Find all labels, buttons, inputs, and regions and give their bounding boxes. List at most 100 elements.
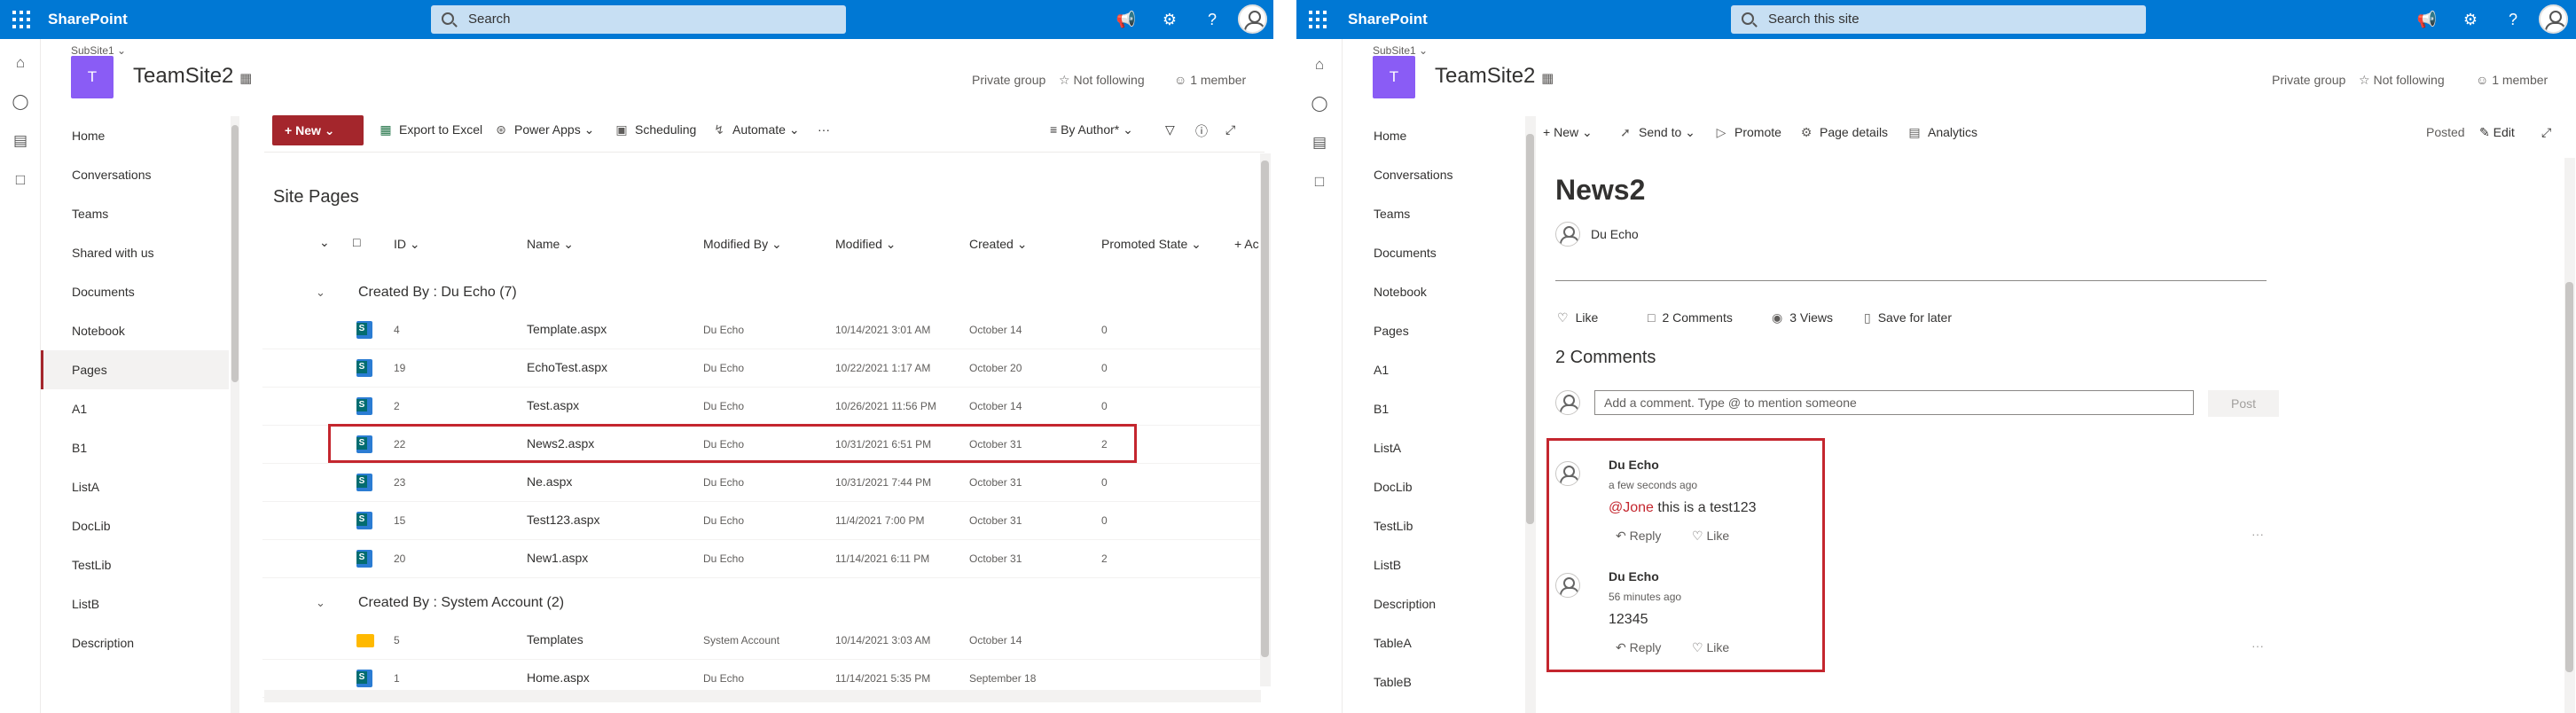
table-row[interactable]: 4 Template.aspx Du Echo 10/14/2021 3:01 … [262,311,1261,349]
like-button[interactable]: ♡ Like [1557,310,1598,325]
nav-item-tablea[interactable]: TableA [1343,623,1531,662]
comment-more-button[interactable]: ··· [2251,527,2264,541]
follow-button[interactable]: ☆ Not following [2359,73,2445,88]
page-icon[interactable]: □ [11,170,30,190]
nav-item-home[interactable]: Home [41,116,229,155]
nav-item-b1[interactable]: B1 [1343,389,1531,428]
search-box[interactable]: Search this site [1731,5,2146,34]
automate-button[interactable]: ↯ Automate ⌄ [711,122,799,137]
cell-name[interactable]: Test123.aspx [527,513,600,527]
page-scrollbar[interactable] [2564,158,2575,713]
cell-name[interactable]: Test.aspx [527,398,579,412]
send-to-button[interactable]: ➚ Send to ⌄ [1617,125,1695,140]
author-name[interactable]: Du Echo [1591,227,1639,241]
nav-item-listb[interactable]: ListB [1343,545,1531,584]
comment-input[interactable]: Add a comment. Type @ to mention someone [1594,390,2194,415]
nav-item-shared[interactable]: Shared with us [41,233,229,272]
nav-item-description[interactable]: Description [1343,584,1531,623]
nav-item-pages[interactable]: Pages [1343,311,1531,350]
analytics-button[interactable]: ▤ Analytics [1907,125,1977,140]
nav-item-notebook[interactable]: Notebook [1343,272,1531,311]
scheduling-button[interactable]: ▣ Scheduling [614,122,696,137]
subsite-breadcrumb[interactable]: SubSite1 ⌄ [71,44,126,57]
news-icon[interactable]: ▤ [1310,133,1329,153]
cell-name[interactable]: Templates [527,632,583,646]
nav-item-doclib[interactable]: DocLib [1343,467,1531,506]
site-title[interactable]: TeamSite2 ▦ [133,64,252,89]
search-box[interactable]: Search [431,5,846,34]
members-button[interactable]: ☺ 1 member [2476,73,2548,87]
megaphone-icon[interactable]: 📢 [1116,9,1137,30]
chevron-down-icon[interactable]: ⌄ [316,596,325,610]
settings-icon[interactable]: ⚙ [1159,9,1180,30]
waffle-icon[interactable] [12,11,32,28]
page-icon[interactable]: □ [1310,172,1329,192]
post-button[interactable]: Post [2208,390,2279,417]
edit-button[interactable]: ✎ Edit [2479,125,2515,140]
nav-item-home[interactable]: Home [1343,116,1531,155]
nav-item-a1[interactable]: A1 [41,389,229,428]
table-row[interactable]: 5 Templates System Account 10/14/2021 3:… [262,622,1261,660]
members-button[interactable]: ☺ 1 member [1174,73,1246,87]
comments-link[interactable]: □ 2 Comments [1648,310,1733,325]
nav-item-teams[interactable]: Teams [1343,194,1531,233]
table-row[interactable]: 15 Test123.aspx Du Echo 11/4/2021 7:00 P… [262,502,1261,540]
megaphone-icon[interactable]: 📢 [2416,9,2438,30]
expand-icon[interactable]: ⤢ [2541,125,2551,140]
nav-item-notebook[interactable]: Notebook [41,311,229,350]
cell-name[interactable]: Ne.aspx [527,474,572,489]
nav-item-pages[interactable]: Pages [41,350,229,389]
nav-scrollbar[interactable] [231,116,239,713]
nav-item-conversations[interactable]: Conversations [1343,155,1531,194]
app-brand[interactable]: SharePoint [48,0,128,39]
author-avatar[interactable] [1555,222,1580,247]
more-commands-button[interactable]: ··· [818,122,830,137]
app-brand[interactable]: SharePoint [1348,0,1428,39]
subsite-breadcrumb[interactable]: SubSite1 ⌄ [1373,44,1428,57]
nav-item-tableb[interactable]: TableB [1343,662,1531,701]
follow-button[interactable]: ☆ Not following [1059,73,1145,88]
nav-item-documents[interactable]: Documents [41,272,229,311]
nav-item-b1[interactable]: B1 [41,428,229,467]
info-icon[interactable]: ⓘ [1195,122,1208,140]
cell-name[interactable]: EchoTest.aspx [527,360,607,374]
news-icon[interactable]: ▤ [11,131,30,151]
nav-item-testlib[interactable]: TestLib [1343,506,1531,545]
avatar[interactable] [1238,4,1267,34]
nav-item-doclib[interactable]: DocLib [41,506,229,545]
new-button[interactable]: + New ⌄ [1543,125,1593,140]
save-for-later-button[interactable]: ▯ Save for later [1864,310,1952,325]
comment-more-button[interactable]: ··· [2251,639,2264,653]
filter-icon[interactable]: ▽ [1165,122,1175,137]
cell-name[interactable]: Template.aspx [527,322,607,336]
nav-item-documents[interactable]: Documents [1343,233,1531,272]
site-logo[interactable]: T [71,56,114,98]
cell-name[interactable]: Home.aspx [527,670,590,685]
table-row[interactable]: 20 New1.aspx Du Echo 11/14/2021 6:11 PM … [262,540,1261,578]
avatar[interactable] [2539,4,2568,34]
export-excel-button[interactable]: ▦ Export to Excel [378,122,482,137]
globe-icon[interactable]: ◯ [11,92,30,112]
nav-item-teams[interactable]: Teams [41,194,229,233]
cell-name[interactable]: New1.aspx [527,551,588,565]
nav-item-testlib[interactable]: TestLib [41,545,229,584]
horizontal-scrollbar[interactable] [264,690,1261,702]
help-icon[interactable]: ? [2502,9,2524,30]
table-row[interactable]: 23 Ne.aspx Du Echo 10/31/2021 7:44 PM Oc… [262,464,1261,502]
settings-icon[interactable]: ⚙ [2460,9,2481,30]
nav-item-lista[interactable]: ListA [1343,428,1531,467]
site-title[interactable]: TeamSite2 ▦ [1435,64,1554,89]
powerapps-button[interactable]: ⊛ Power Apps ⌄ [493,122,594,137]
table-row[interactable]: 19 EchoTest.aspx Du Echo 10/22/2021 1:17… [262,349,1261,388]
expand-icon[interactable]: ⤢ [1225,122,1235,137]
table-row[interactable]: 2 Test.aspx Du Echo 10/26/2021 11:56 PM … [262,388,1261,426]
view-selector[interactable]: ≡ By Author* ⌄ [1050,122,1133,137]
waffle-icon[interactable] [1309,11,1328,28]
nav-item-a1[interactable]: A1 [1343,350,1531,389]
nav-item-conversations[interactable]: Conversations [41,155,229,194]
list-scrollbar[interactable] [1260,153,1271,686]
nav-item-lista[interactable]: ListA [41,467,229,506]
globe-icon[interactable]: ◯ [1310,94,1329,114]
chevron-down-icon[interactable]: ⌄ [316,286,325,300]
site-logo[interactable]: T [1373,56,1415,98]
